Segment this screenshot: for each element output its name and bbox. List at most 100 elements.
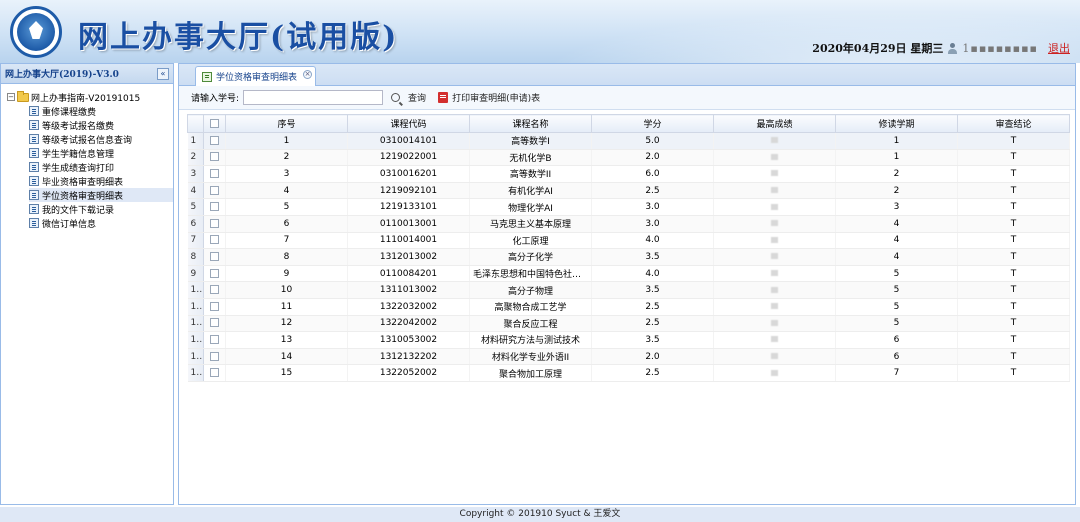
row-select-cell[interactable] bbox=[203, 232, 226, 250]
col-header[interactable]: 修读学期 bbox=[835, 114, 958, 133]
row-number: 5 bbox=[187, 198, 204, 216]
row-select-cell[interactable] bbox=[203, 331, 226, 349]
table-cell: 高分子化学 bbox=[469, 248, 592, 266]
row-select-cell[interactable] bbox=[203, 348, 226, 366]
table-row[interactable]: 990110084201毛泽东思想和中国特色社会主义理论体系概论4.05T bbox=[187, 265, 1070, 283]
table-row[interactable]: 14 14 1312132202 材料化学专业外语II 2.0 6 T bbox=[187, 348, 1070, 366]
table-cell: T bbox=[957, 149, 1070, 167]
row-checkbox[interactable] bbox=[210, 185, 219, 195]
table-cell bbox=[713, 348, 836, 366]
sidebar-item[interactable]: 重修课程缴费 bbox=[29, 104, 173, 118]
row-select-cell[interactable] bbox=[203, 165, 226, 183]
row-select-cell[interactable] bbox=[203, 281, 226, 299]
row-checkbox[interactable] bbox=[210, 152, 219, 162]
row-checkbox[interactable] bbox=[210, 318, 219, 328]
table-row[interactable]: 1 1 0310014101 高等数学I 5.0 1 T bbox=[187, 132, 1070, 150]
row-number: 7 bbox=[187, 232, 204, 250]
table-row[interactable]: 8 8 1312013002 高分子化学 3.5 4 T bbox=[187, 248, 1070, 266]
row-checkbox[interactable] bbox=[210, 135, 219, 145]
redacted-score bbox=[771, 253, 778, 260]
table-cell: 3.0 bbox=[591, 198, 714, 216]
collapse-sidebar-button[interactable]: « bbox=[157, 67, 169, 80]
table-cell: 化工原理 bbox=[469, 232, 592, 250]
row-checkbox[interactable] bbox=[210, 168, 219, 178]
table-cell: 4 bbox=[835, 248, 958, 266]
search-icon[interactable] bbox=[391, 93, 401, 102]
col-header[interactable]: 学分 bbox=[591, 114, 714, 133]
col-header[interactable]: 课程代码 bbox=[347, 114, 470, 133]
row-checkbox[interactable] bbox=[210, 218, 219, 228]
row-select-cell[interactable] bbox=[203, 198, 226, 216]
col-header[interactable]: 序号 bbox=[225, 114, 348, 133]
sidebar-item[interactable]: 学生成绩查询打印 bbox=[29, 160, 173, 174]
row-checkbox[interactable] bbox=[210, 368, 219, 378]
table-cell: 6.0 bbox=[591, 165, 714, 183]
col-header[interactable]: 审查结论 bbox=[957, 114, 1070, 133]
row-checkbox[interactable] bbox=[210, 251, 219, 261]
row-select-cell[interactable] bbox=[203, 182, 226, 200]
row-checkbox[interactable] bbox=[210, 268, 219, 278]
table-cell: 1 bbox=[225, 132, 348, 150]
table-cell: 马克思主义基本原理 bbox=[469, 215, 592, 233]
row-select-cell[interactable] bbox=[203, 215, 226, 233]
table-row[interactable]: 10 10 1311013002 高分子物理 3.5 5 T bbox=[187, 281, 1070, 299]
row-checkbox[interactable] bbox=[210, 301, 219, 311]
sidebar-item[interactable]: 微信订单信息 bbox=[29, 216, 173, 230]
table-cell: 1322042002 bbox=[347, 315, 470, 333]
row-select-cell[interactable] bbox=[203, 364, 226, 382]
table-row[interactable]: 15 15 1322052002 聚合物加工原理 2.5 7 T bbox=[187, 364, 1070, 382]
sidebar-item[interactable]: 学位资格审查明细表 bbox=[29, 188, 173, 202]
row-select-cell[interactable] bbox=[203, 248, 226, 266]
close-tab-icon[interactable]: × bbox=[303, 70, 313, 79]
table-row[interactable]: 4 4 1219092101 有机化学AI 2.5 2 T bbox=[187, 182, 1070, 200]
row-checkbox[interactable] bbox=[210, 202, 219, 212]
sidebar-item[interactable]: 毕业资格审查明细表 bbox=[29, 174, 173, 188]
col-header[interactable]: 课程名称 bbox=[469, 114, 592, 133]
row-select-cell[interactable] bbox=[203, 132, 226, 150]
table-row[interactable]: 11 11 1322032002 高聚物合成工艺学 2.5 5 T bbox=[187, 298, 1070, 316]
row-select-cell[interactable] bbox=[203, 149, 226, 167]
table-cell: 13 bbox=[225, 331, 348, 349]
select-all-checkbox[interactable] bbox=[210, 118, 219, 128]
tab-degree-review[interactable]: 学位资格审查明细表 × bbox=[195, 66, 317, 86]
table-row[interactable]: 12 12 1322042002 聚合反应工程 2.5 5 T bbox=[187, 315, 1070, 333]
row-checkbox[interactable] bbox=[210, 235, 219, 245]
row-checkbox[interactable] bbox=[210, 334, 219, 344]
row-checkbox[interactable] bbox=[210, 351, 219, 361]
table-cell: 6 bbox=[835, 331, 958, 349]
row-select-cell[interactable] bbox=[203, 298, 226, 316]
table-row[interactable]: 7 7 1110014001 化工原理 4.0 4 T bbox=[187, 232, 1070, 250]
tree-root-node[interactable]: − 网上办事指南-V20191015 bbox=[7, 90, 173, 104]
sidebar-item[interactable]: 等级考试报名信息查询 bbox=[29, 132, 173, 146]
table-cell: 高分子物理 bbox=[469, 281, 592, 299]
sidebar-item[interactable]: 等级考试报名缴费 bbox=[29, 118, 173, 132]
folder-icon bbox=[17, 90, 29, 102]
row-select-cell[interactable] bbox=[203, 265, 226, 283]
table-row[interactable]: 6 6 0110013001 马克思主义基本原理 3.0 4 T bbox=[187, 215, 1070, 233]
document-icon bbox=[29, 218, 39, 228]
col-header[interactable]: 最高成绩 bbox=[713, 114, 836, 133]
table-cell: T bbox=[957, 165, 1070, 183]
query-button[interactable]: 查询 bbox=[408, 91, 426, 104]
table-cell: 4 bbox=[225, 182, 348, 200]
row-number: 3 bbox=[187, 165, 204, 183]
table-row[interactable]: 2 2 1219022001 无机化学B 2.0 1 T bbox=[187, 149, 1070, 167]
table-cell: T bbox=[957, 232, 1070, 250]
pdf-icon[interactable] bbox=[438, 92, 449, 103]
table-cell: 11 bbox=[225, 298, 348, 316]
print-review-button[interactable]: 打印审查明细(申请)表 bbox=[452, 91, 540, 104]
table-row[interactable]: 5 5 1219133101 物理化学AI 3.0 3 T bbox=[187, 198, 1070, 216]
sidebar-item[interactable]: 学生学籍信息管理 bbox=[29, 146, 173, 160]
table-row[interactable]: 3 3 0310016201 高等数学II 6.0 2 T bbox=[187, 165, 1070, 183]
select-all-header[interactable] bbox=[203, 114, 226, 133]
table-cell: 高等数学II bbox=[469, 165, 592, 183]
student-id-input[interactable] bbox=[243, 90, 384, 105]
table-cell: T bbox=[957, 315, 1070, 333]
sidebar-item[interactable]: 我的文件下载记录 bbox=[29, 202, 173, 216]
collapse-tree-icon[interactable]: − bbox=[7, 93, 15, 101]
row-select-cell[interactable] bbox=[203, 315, 226, 333]
table-cell bbox=[713, 198, 836, 216]
row-checkbox[interactable] bbox=[210, 285, 219, 295]
logout-link[interactable]: 退出 bbox=[1048, 40, 1070, 56]
table-row[interactable]: 13 13 1310053002 材料研究方法与测试技术 3.5 6 T bbox=[187, 331, 1070, 349]
